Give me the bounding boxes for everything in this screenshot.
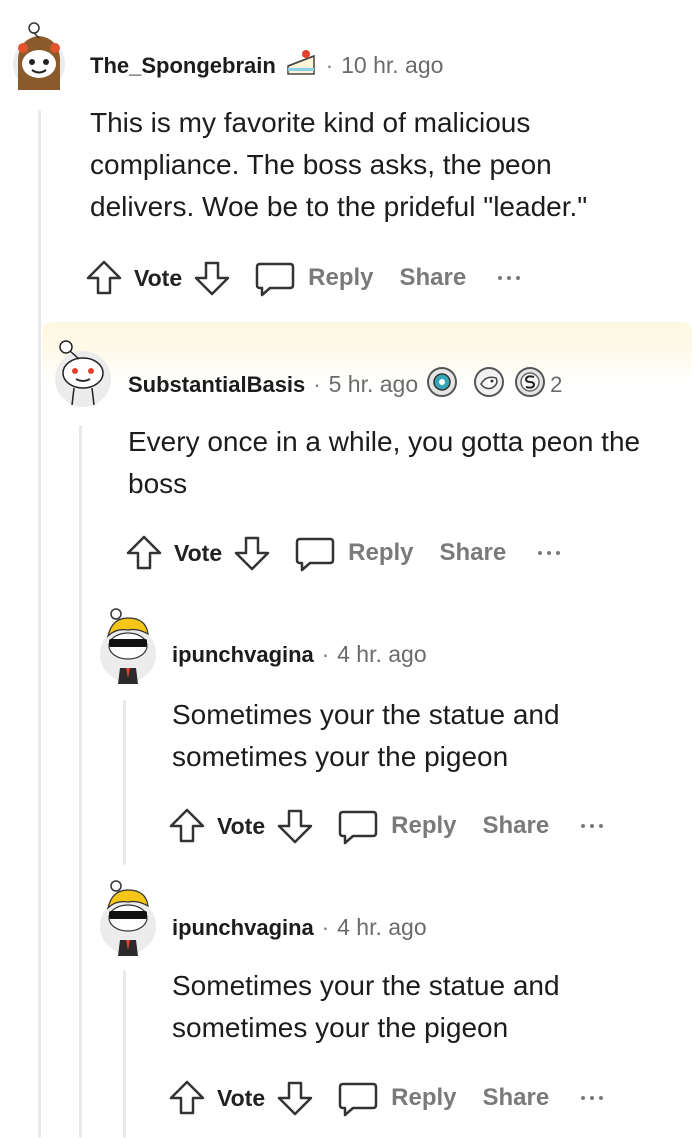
award-icon[interactable] (426, 366, 458, 403)
more-options-icon[interactable] (498, 276, 521, 280)
username[interactable]: ipunchvagina (172, 915, 314, 941)
comment-body: Every once in a while, you gotta peon th… (128, 421, 640, 505)
comment-line: delivers. Woe be to the prideful "leader… (90, 191, 588, 222)
comment-line: boss (128, 468, 188, 499)
more-options-icon[interactable] (581, 824, 604, 828)
reply-button[interactable]: Reply (391, 1084, 456, 1112)
upvote-icon[interactable] (167, 806, 207, 846)
timestamp: 5 hr. ago (328, 371, 419, 397)
comment-line: Every once in a while, you gotta peon th… (128, 426, 641, 457)
award-icon[interactable] (472, 366, 506, 403)
avatar[interactable] (52, 333, 114, 411)
comment-line: Sometimes your the statue and (172, 699, 560, 730)
comment-actions: Vote Reply Share (167, 1078, 604, 1118)
downvote-icon[interactable] (192, 258, 232, 298)
upvote-icon[interactable] (167, 1078, 207, 1118)
upvote-icon[interactable] (84, 258, 124, 298)
avatar[interactable] (98, 606, 158, 684)
vote-label: Vote (217, 1084, 266, 1111)
thread-line[interactable] (38, 110, 41, 1138)
downvote-icon[interactable] (275, 1078, 315, 1118)
cake-icon (284, 48, 318, 83)
comment-line: compliance. The boss asks, the peon (90, 149, 552, 180)
thread-line[interactable] (123, 700, 126, 865)
timestamp: 4 hr. ago (337, 641, 427, 667)
comment-line: sometimes your the pigeon (172, 1012, 509, 1043)
comment-line: This is my favorite kind of malicious (90, 107, 531, 138)
username[interactable]: ipunchvagina (172, 642, 314, 668)
share-button[interactable]: Share (483, 812, 550, 840)
comment-body: Sometimes your the statue and sometimes … (172, 694, 560, 778)
comment-line: sometimes your the pigeon (172, 741, 509, 772)
downvote-icon[interactable] (275, 806, 315, 846)
silver-award-icon[interactable] (514, 366, 546, 403)
separator-dot: · (321, 914, 330, 940)
comment-actions: Vote Reply Share (124, 533, 561, 573)
comment-meta: ipunchvagina · 4 hr. ago (172, 641, 427, 668)
timestamp: 4 hr. ago (337, 914, 427, 940)
timestamp: 10 hr. ago (341, 52, 444, 78)
separator-dot: · (313, 371, 321, 397)
comment-actions: Vote Reply Share (167, 806, 604, 846)
downvote-icon[interactable] (232, 533, 272, 573)
username[interactable]: The_Spongebrain (90, 53, 276, 79)
reply-button[interactable]: Reply (391, 812, 456, 840)
award-count: 2 (550, 371, 563, 397)
more-options-icon[interactable] (538, 551, 561, 555)
comment-body: This is my favorite kind of malicious co… (90, 102, 587, 228)
username[interactable]: SubstantialBasis (128, 372, 305, 398)
reply-icon[interactable] (337, 1078, 379, 1118)
comment-line: Sometimes your the statue and (172, 970, 560, 1001)
reply-button[interactable]: Reply (308, 264, 373, 292)
separator-dot: · (321, 641, 330, 667)
vote-label: Vote (217, 812, 266, 839)
separator-dot: · (325, 52, 334, 78)
avatar[interactable] (10, 20, 68, 92)
share-button[interactable]: Share (483, 1084, 550, 1112)
thread-line[interactable] (79, 425, 82, 1138)
share-button[interactable]: Share (440, 539, 507, 567)
more-options-icon[interactable] (581, 1096, 604, 1100)
reply-icon[interactable] (254, 258, 296, 298)
comment-actions: Vote Reply Share (84, 258, 521, 298)
upvote-icon[interactable] (124, 533, 164, 573)
comment-meta: The_Spongebrain · 10 hr. ago (90, 48, 443, 83)
vote-label: Vote (134, 264, 183, 291)
reply-button[interactable]: Reply (348, 539, 413, 567)
comment-body: Sometimes your the statue and sometimes … (172, 965, 560, 1049)
reply-icon[interactable] (294, 533, 336, 573)
avatar[interactable] (98, 878, 158, 956)
reply-icon[interactable] (337, 806, 379, 846)
vote-label: Vote (174, 539, 223, 566)
comment-meta: ipunchvagina · 4 hr. ago (172, 914, 427, 941)
thread-line[interactable] (123, 970, 126, 1138)
comment-meta: SubstantialBasis · 5 hr. ago 2 (128, 366, 562, 403)
share-button[interactable]: Share (400, 264, 467, 292)
